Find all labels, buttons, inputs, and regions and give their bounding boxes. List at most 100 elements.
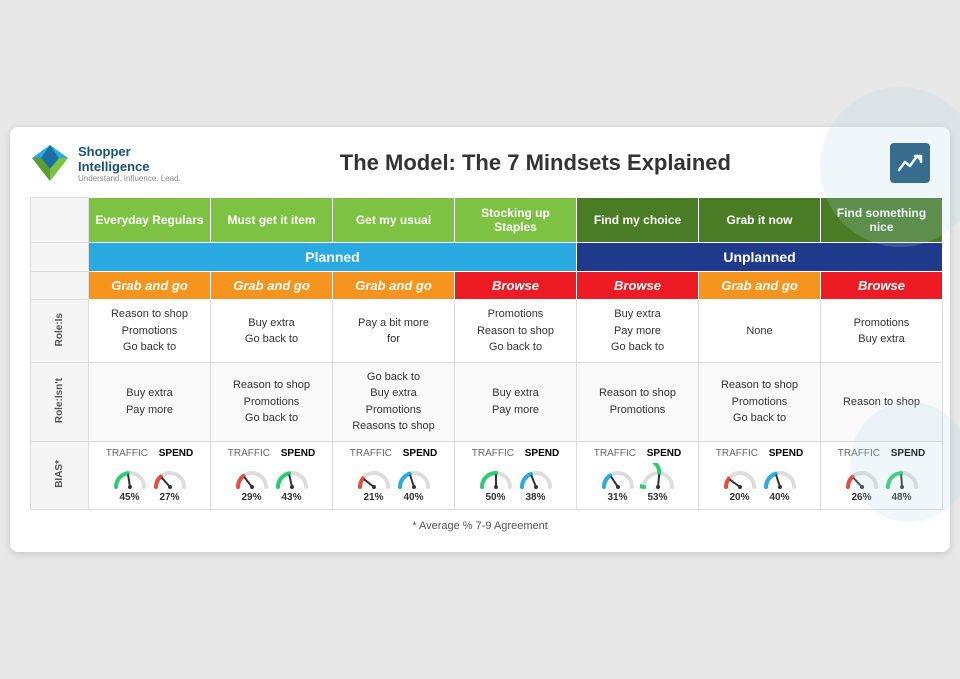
mode-cell-3: Browse [455,272,577,300]
bias-cell-4: TRAFFIC SPEND 31% 53% [577,441,699,509]
traffic-spend-label-4: TRAFFIC SPEND [579,448,696,459]
role-isnt-cell-1: Reason to shopPromotionsGo back to [211,362,333,441]
bias-label: BIAS* [54,460,65,488]
traffic-spend-label-5: TRAFFIC SPEND [701,448,818,459]
unplanned-cell: Unplanned [577,243,943,272]
gauge-wrap: 26% [844,463,880,503]
page-title: The Model: The 7 Mindsets Explained [181,150,890,176]
gauge-wrap: 40% [396,463,432,503]
grab-browse-row: Grab and goGrab and goGrab and goBrowseB… [31,272,943,300]
gauge-low-icon [518,463,554,491]
mode-cell-1: Grab and go [211,272,333,300]
gauge-wrap: 20% [722,463,758,503]
bias-cell-2: TRAFFIC SPEND 21% 40% [333,441,455,509]
logo-text: Shopper Intelligence Understand. Influen… [78,144,181,183]
bias-cell-5: TRAFFIC SPEND 20% 40% [699,441,821,509]
mindsets-table: Everyday RegularsMust get it itemGet my … [30,197,930,510]
gauge-wrap: 31% [600,463,636,503]
gauge-percentage: 31% [607,492,627,503]
main-card: Shopper Intelligence Understand. Influen… [10,127,950,552]
gauge-wrap: 29% [234,463,270,503]
logo-icon [30,143,70,183]
gauge-percentage: 48% [891,492,911,503]
gauge-high-icon [274,463,310,491]
role-is-cell-5: None [699,300,821,363]
role-isnt-cell-0: Buy extraPay more [89,362,211,441]
logo-area: Shopper Intelligence Understand. Influen… [30,143,181,183]
gauge-wrap: 53% [640,463,676,503]
gauge-low-icon [356,463,392,491]
gauge-high-icon [478,463,514,491]
role-isnt-cell-2: Go back toBuy extraPromotionsReasons to … [333,362,455,441]
gauge-low-icon [152,463,188,491]
gauge-percentage: 43% [281,492,301,503]
bias-cell-3: TRAFFIC SPEND 50% 38% [455,441,577,509]
gauge-percentage: 40% [403,492,423,503]
gauge-low-icon [844,463,880,491]
role-is-cell-6: PromotionsBuy extra [821,300,943,363]
planned-cell: Planned [89,243,577,272]
role-is-cell-2: Pay a bit morefor [333,300,455,363]
bias-cell-0: TRAFFIC SPEND 45% 27% [89,441,211,509]
gauge-low-icon [762,463,798,491]
role-is-label: Role:Is [54,313,65,346]
gauge-low-icon [396,463,432,491]
role-is-cell-0: Reason to shopPromotionsGo back to [89,300,211,363]
page-header: Shopper Intelligence Understand. Influen… [30,143,930,183]
col-header-5: Grab it now [699,198,821,243]
gauge-wrap: 40% [762,463,798,503]
gauge-percentage: 27% [159,492,179,503]
gauge-wrap: 27% [152,463,188,503]
gauge-wrap: 38% [518,463,554,503]
traffic-spend-label-3: TRAFFIC SPEND [457,448,574,459]
mode-cell-0: Grab and go [89,272,211,300]
bias-cell-1: TRAFFIC SPEND 29% 43% [211,441,333,509]
gauge-wrap: 21% [356,463,392,503]
chart-icon [890,143,930,183]
role-isnt-cell-6: Reason to shop [821,362,943,441]
traffic-spend-label-1: TRAFFIC SPEND [213,448,330,459]
gauge-percentage: 20% [729,492,749,503]
mode-cell-4: Browse [577,272,699,300]
gauge-percentage: 53% [647,492,667,503]
gauge-low-icon [600,463,636,491]
role-is-cell-1: Buy extraGo back to [211,300,333,363]
col-header-4: Find my choice [577,198,699,243]
planned-unplanned-row: PlannedUnplanned [31,243,943,272]
gauge-high-icon [884,463,920,491]
col-header-2: Get my usual [333,198,455,243]
role-isnt-cell-3: Buy extraPay more [455,362,577,441]
footnote: * Average % 7-9 Agreement [30,520,930,532]
col-header-6: Find something nice [821,198,943,243]
mode-cell-6: Browse [821,272,943,300]
mode-cell-2: Grab and go [333,272,455,300]
role-isnt-cell-4: Reason to shopPromotions [577,362,699,441]
col-header-1: Must get it item [211,198,333,243]
bias-cell-6: TRAFFIC SPEND 26% 48% [821,441,943,509]
gauge-percentage: 26% [851,492,871,503]
gauge-wrap: 50% [478,463,514,503]
role-is-row: Role:Is Reason to shopPromotionsGo back … [31,300,943,363]
gauge-low-icon [234,463,270,491]
gauge-percentage: 40% [769,492,789,503]
col-header-0: Everyday Regulars [89,198,211,243]
gauge-wrap: 45% [112,463,148,503]
gauge-percentage: 45% [119,492,139,503]
gauge-wrap: 48% [884,463,920,503]
role-isnt-cell-5: Reason to shopPromotionsGo back to [699,362,821,441]
gauge-wrap: 43% [274,463,310,503]
role-is-cell-3: PromotionsReason to shopGo back to [455,300,577,363]
role-is-cell-4: Buy extraPay moreGo back to [577,300,699,363]
gauge-percentage: 29% [241,492,261,503]
column-headers-row: Everyday RegularsMust get it itemGet my … [31,198,943,243]
role-isnt-label: Role:Isn't [54,378,65,423]
bias-row: BIAS* TRAFFIC SPEND 45% 27% TRAFFIC SPEND 29… [31,441,943,509]
traffic-spend-label-6: TRAFFIC SPEND [823,448,940,459]
traffic-spend-label-2: TRAFFIC SPEND [335,448,452,459]
col-header-3: Stocking up Staples [455,198,577,243]
traffic-spend-label-0: TRAFFIC SPEND [91,448,208,459]
gauge-high-icon [112,463,148,491]
gauge-percentage: 38% [525,492,545,503]
gauge-percentage: 21% [363,492,383,503]
mode-cell-5: Grab and go [699,272,821,300]
